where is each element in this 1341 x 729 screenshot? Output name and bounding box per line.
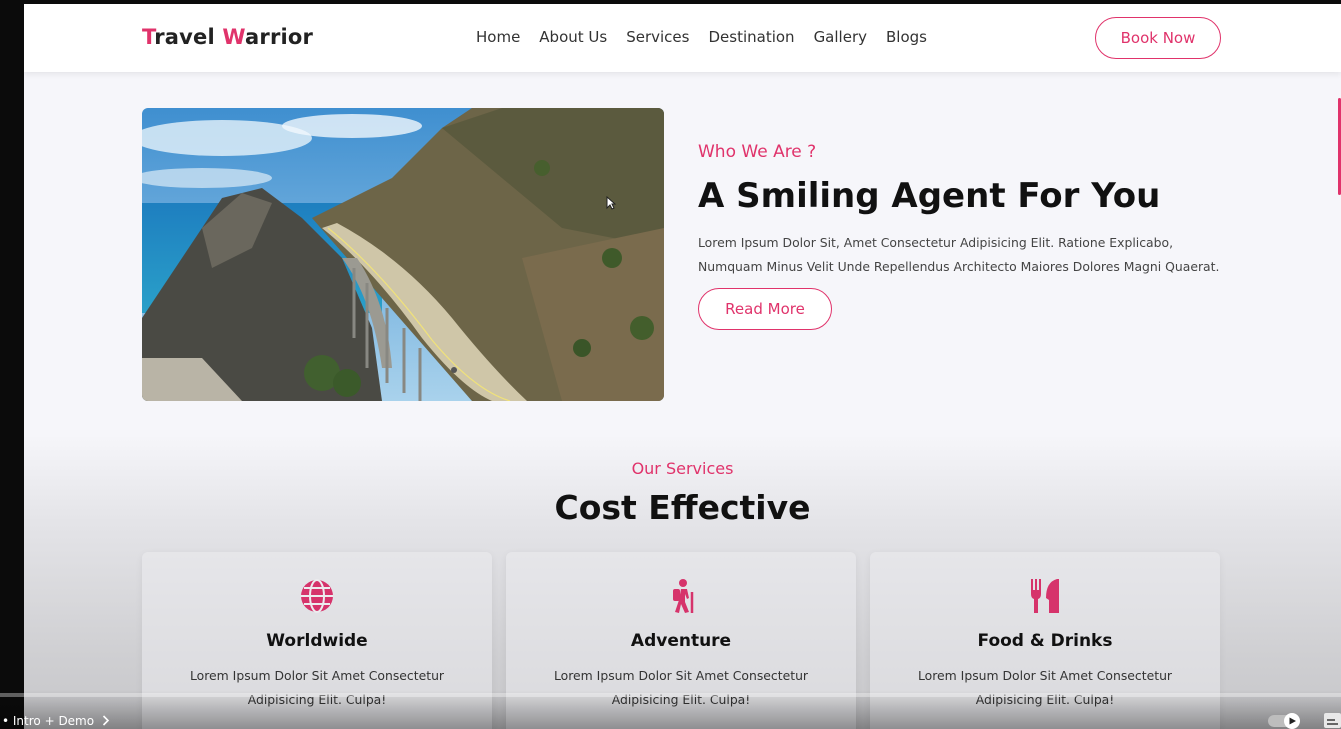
globe-icon	[301, 579, 333, 613]
autoplay-toggle[interactable]	[1268, 713, 1302, 729]
brand-logo[interactable]: Travel Warrior	[142, 25, 313, 49]
services-eyebrow: Our Services	[631, 459, 734, 478]
nav-destination[interactable]: Destination	[708, 28, 794, 46]
coastal-bridge-photo	[142, 108, 664, 401]
page-frame: Travel Warrior Home About Us Services De…	[24, 4, 1341, 729]
nav-home[interactable]: Home	[476, 28, 520, 46]
utensils-icon	[1031, 579, 1059, 613]
service-card-title: Food & Drinks	[977, 631, 1113, 651]
subtitles-icon[interactable]	[1323, 712, 1341, 729]
video-progress-bar[interactable]	[0, 693, 1341, 697]
services-title: Cost Effective	[554, 488, 811, 527]
hero-image	[142, 108, 664, 401]
main-nav: Home About Us Services Destination Galle…	[476, 28, 927, 46]
mouse-cursor-icon	[606, 196, 616, 210]
nav-blogs[interactable]: Blogs	[886, 28, 927, 46]
chevron-right-icon	[102, 715, 110, 726]
nav-about-us[interactable]: About Us	[539, 28, 607, 46]
service-card-title: Worldwide	[266, 631, 368, 651]
nav-gallery[interactable]: Gallery	[814, 28, 867, 46]
chapter-label[interactable]: • Intro + Demo	[2, 714, 110, 728]
about-eyebrow: Who We Are ?	[698, 142, 817, 162]
about-description: Lorem Ipsum Dolor Sit, Amet Consectetur …	[698, 235, 1220, 274]
nav-services[interactable]: Services	[626, 28, 689, 46]
book-now-button[interactable]: Book Now	[1095, 17, 1221, 59]
read-more-button[interactable]: Read More	[698, 288, 832, 330]
about-title: A Smiling Agent For You	[698, 176, 1161, 216]
service-card-title: Adventure	[630, 631, 732, 651]
hiker-icon	[673, 579, 694, 613]
site-header: Travel Warrior Home About Us Services De…	[24, 4, 1341, 72]
